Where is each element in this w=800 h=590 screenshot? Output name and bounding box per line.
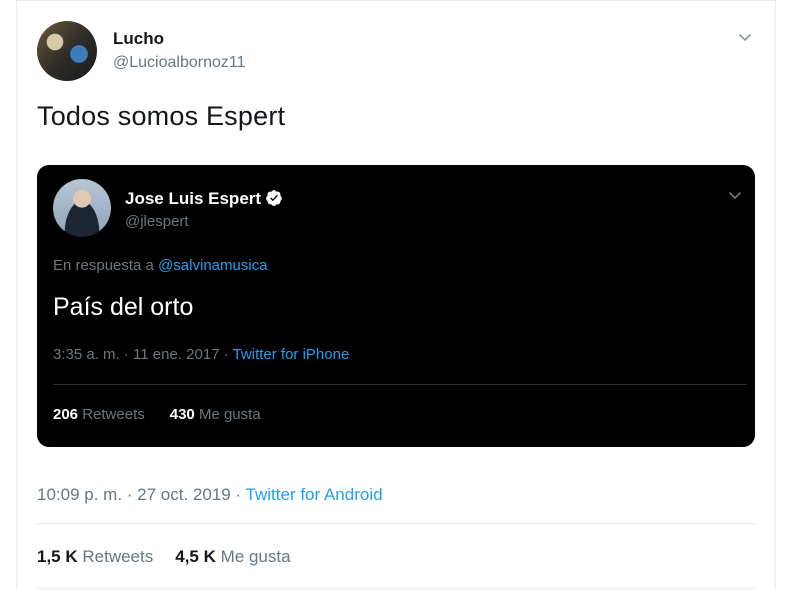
- likes-count: 4,5 K: [175, 547, 216, 566]
- author-handle[interactable]: @Lucioalbornoz11: [113, 54, 245, 72]
- quoted-retweets-label: Retweets: [82, 406, 145, 423]
- tweet-timestamp[interactable]: 10:09 p. m. · 27 oct. 2019: [37, 485, 231, 504]
- quoted-source-link[interactable]: Twitter for iPhone: [233, 346, 350, 363]
- tweet-stats: 1,5 K Retweets 4,5 K Me gusta: [37, 547, 291, 567]
- quoted-author-handle[interactable]: @jlespert: [125, 213, 189, 230]
- quoted-retweets-stat[interactable]: 206 Retweets: [53, 406, 145, 423]
- divider: [37, 588, 755, 589]
- quoted-author-name-row[interactable]: Jose Luis Espert: [125, 189, 283, 209]
- quoted-likes-label: Me gusta: [198, 406, 261, 423]
- quoted-timestamp[interactable]: 3:35 a. m. · 11 ene. 2017: [53, 346, 220, 363]
- quoted-author-name[interactable]: Jose Luis Espert: [125, 189, 261, 208]
- quoted-retweets-count: 206: [53, 406, 79, 423]
- verified-icon: [265, 189, 283, 207]
- quoted-tweet-stats: 206 Retweets 430 Me gusta: [53, 406, 261, 423]
- quoted-tweet-text: País del orto: [53, 293, 194, 321]
- reply-mention-link[interactable]: @salvinamusica: [158, 257, 267, 274]
- chevron-down-icon[interactable]: [727, 187, 743, 203]
- likes-label: Me gusta: [220, 547, 291, 566]
- author-name[interactable]: Lucho: [113, 29, 164, 49]
- tweet-text: Todos somos Espert: [37, 101, 286, 131]
- likes-stat[interactable]: 4,5 K Me gusta: [175, 547, 290, 566]
- meta-separator: ·: [219, 346, 233, 363]
- retweets-stat[interactable]: 1,5 K Retweets: [37, 547, 153, 566]
- retweets-label: Retweets: [82, 547, 154, 566]
- divider: [53, 384, 747, 385]
- author-avatar[interactable]: [37, 21, 97, 81]
- tweet-card: Lucho @Lucioalbornoz11 Todos somos Esper…: [16, 0, 776, 590]
- quoted-likes-count: 430: [169, 406, 195, 423]
- quoted-tweet-meta: 3:35 a. m. · 11 ene. 2017 · Twitter for …: [53, 346, 349, 363]
- reply-context: En respuesta a @salvinamusica: [53, 257, 268, 274]
- quoted-author-avatar[interactable]: [53, 179, 111, 237]
- retweets-count: 1,5 K: [37, 547, 78, 566]
- tweet-source-link[interactable]: Twitter for Android: [246, 485, 383, 504]
- chevron-down-icon[interactable]: [737, 29, 753, 45]
- tweet-meta: 10:09 p. m. · 27 oct. 2019 · Twitter for…: [37, 485, 383, 505]
- quoted-likes-stat[interactable]: 430 Me gusta: [170, 406, 261, 423]
- quoted-tweet[interactable]: Jose Luis Espert @jlespert En respuesta …: [37, 165, 755, 447]
- meta-separator: ·: [230, 485, 246, 504]
- divider: [37, 523, 755, 524]
- reply-prefix: En respuesta a: [53, 257, 159, 274]
